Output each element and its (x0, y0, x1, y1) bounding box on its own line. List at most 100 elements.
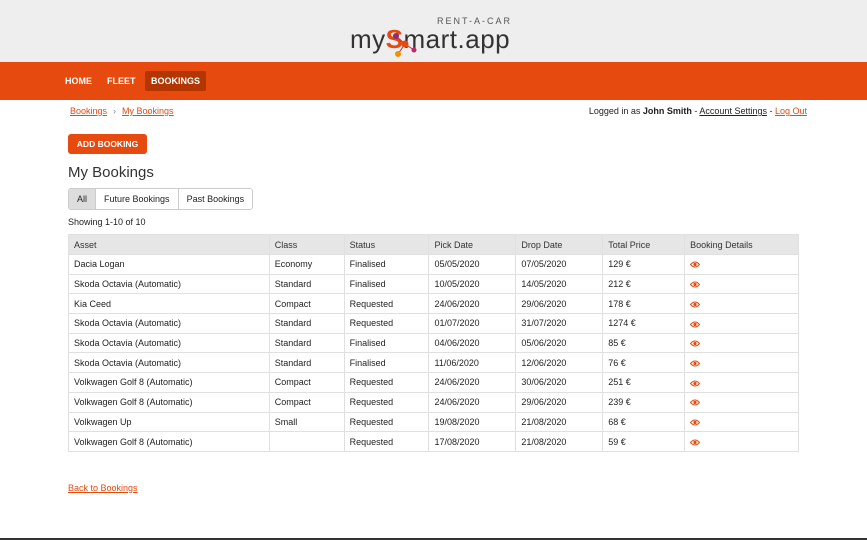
cell-asset: Volkwagen Up (68, 411, 270, 433)
cell-class: Small (268, 411, 345, 433)
account-settings-link[interactable]: Account Settings (699, 106, 767, 116)
table-row: Volkwagen Golf 8 (Automatic) Compact Reque… (68, 391, 799, 413)
eye-icon[interactable] (690, 301, 701, 308)
table-row: Volkwagen Up Small Requested 19/08/2020 21/0… (68, 411, 799, 433)
cell-booking-details (684, 411, 799, 433)
cell-class: Compact (268, 391, 345, 413)
eye-icon[interactable] (690, 321, 701, 328)
cell-drop-date: 21/08/2020 (515, 411, 604, 433)
cell-total-price: 85 € (602, 332, 686, 354)
eye-icon[interactable] (690, 281, 701, 288)
table-row: Skoda Octavia (Automatic) Standard Finalis… (68, 352, 799, 374)
cell-class: Standard (268, 352, 345, 374)
logged-in-prefix: Logged in as (588, 106, 641, 116)
cell-total-price: 68 € (602, 411, 686, 433)
table-row: Volkwagen Golf 8 (Automatic) Compact Reque… (68, 372, 799, 393)
cell-class (268, 431, 345, 452)
cell-asset: Skoda Octavia (Automatic) (68, 352, 270, 374)
cell-asset: Skoda Octavia (Automatic) (68, 332, 270, 354)
breadcrumb-chevron-icon: › (113, 106, 117, 116)
eye-icon[interactable] (690, 261, 701, 268)
user-bar: Logged in as John Smith - Account Settin… (589, 106, 807, 116)
brand-name-prefix: my (350, 24, 386, 54)
cell-drop-date: 05/06/2020 (515, 332, 604, 354)
logout-link[interactable]: Log Out (775, 106, 807, 116)
cell-asset: Volkwagen Golf 8 (Automatic) (68, 431, 270, 452)
cell-total-price: 76 € (602, 352, 686, 374)
filter-future-bookings[interactable]: Future Bookings (96, 189, 179, 209)
table-row: Skoda Octavia (Automatic) Standard Finalis… (68, 332, 799, 354)
eye-icon[interactable] (690, 439, 701, 446)
cell-total-price: 212 € (602, 273, 686, 295)
cell-class: Standard (268, 332, 345, 354)
cell-total-price: 251 € (602, 372, 686, 393)
cell-pick-date: 24/06/2020 (428, 372, 517, 393)
cell-class: Compact (268, 293, 345, 315)
cell-drop-date: 21/08/2020 (515, 431, 604, 452)
cell-pick-date: 24/06/2020 (428, 293, 517, 315)
table-row: Volkwagen Golf 8 (Automatic) Requested 17/… (68, 431, 799, 452)
eye-icon[interactable] (690, 380, 701, 387)
cell-booking-details (684, 313, 799, 334)
booking-filter-tabs: All Future Bookings Past Bookings (68, 188, 254, 210)
column-header-class[interactable]: Class (268, 234, 345, 255)
cell-drop-date: 29/06/2020 (515, 293, 604, 315)
cell-total-price: 1274 € (602, 313, 686, 334)
pagination-summary: Showing 1-10 of 10 (68, 217, 146, 227)
add-booking-button[interactable]: ADD BOOKING (68, 134, 147, 154)
column-header-pick-date[interactable]: Pick Date (428, 234, 517, 255)
user-name: John Smith (642, 106, 692, 116)
table-row: Kia Ceed Compact Requested 24/06/2020 29/06/… (68, 293, 799, 315)
page-title: My Bookings (68, 164, 154, 181)
cell-class: Compact (268, 372, 345, 393)
cell-class: Standard (268, 273, 345, 295)
filter-past-bookings[interactable]: Past Bookings (178, 189, 253, 209)
column-header-status[interactable]: Status (343, 234, 430, 255)
column-header-total-price[interactable]: Total Price (602, 234, 686, 255)
cell-pick-date: 19/08/2020 (428, 411, 517, 433)
breadcrumb-my-bookings-link[interactable]: My Bookings (122, 106, 174, 116)
cell-status: Finalised (343, 352, 430, 374)
eye-icon[interactable] (690, 419, 701, 426)
site-header: RENT-A-CAR mySmart.app (0, 0, 867, 62)
cell-asset: Dacia Logan (68, 254, 270, 275)
cell-total-price: 178 € (602, 293, 686, 315)
cell-booking-details (684, 293, 799, 315)
cell-status: Requested (343, 293, 430, 315)
back-to-bookings-link[interactable]: Back to Bookings (68, 483, 138, 493)
cell-drop-date: 31/07/2020 (515, 313, 604, 334)
bookings-table: Asset Class Status Pick Date Drop Date T… (68, 234, 799, 452)
cell-drop-date: 12/06/2020 (515, 352, 604, 374)
eye-icon[interactable] (690, 340, 701, 347)
column-header-asset[interactable]: Asset (68, 234, 270, 255)
cell-status: Finalised (343, 332, 430, 354)
eye-icon[interactable] (690, 360, 701, 367)
logo-molecule-icon (393, 33, 417, 57)
filter-all[interactable]: All (69, 189, 97, 209)
column-header-drop-date[interactable]: Drop Date (515, 234, 604, 255)
brand-logo[interactable]: RENT-A-CAR mySmart.app (350, 12, 520, 57)
cell-pick-date: 10/05/2020 (428, 273, 517, 295)
cell-pick-date: 04/06/2020 (428, 332, 517, 354)
cell-drop-date: 14/05/2020 (515, 273, 604, 295)
cell-pick-date: 24/06/2020 (428, 391, 517, 413)
cell-booking-details (684, 273, 799, 295)
cell-drop-date: 30/06/2020 (515, 372, 604, 393)
nav-bookings[interactable]: BOOKINGS (145, 71, 207, 91)
user-sep-2: - (766, 106, 775, 116)
cell-status: Finalised (343, 254, 430, 275)
cell-drop-date: 29/06/2020 (515, 391, 604, 413)
eye-icon[interactable] (690, 399, 701, 406)
cell-total-price: 239 € (602, 391, 686, 413)
nav-home[interactable]: HOME (59, 71, 98, 91)
cell-booking-details (684, 352, 799, 374)
table-row: Skoda Octavia (Automatic) Standard Request… (68, 313, 799, 334)
brand-name: mySmart.app (350, 24, 510, 55)
cell-booking-details (684, 254, 799, 275)
breadcrumb: Bookings › My Bookings (70, 106, 174, 116)
cell-status: Requested (343, 411, 430, 433)
breadcrumb-bookings-link[interactable]: Bookings (70, 106, 107, 116)
nav-fleet[interactable]: FLEET (101, 71, 142, 91)
column-header-booking-details: Booking Details (684, 234, 799, 255)
cell-pick-date: 17/08/2020 (428, 431, 517, 452)
